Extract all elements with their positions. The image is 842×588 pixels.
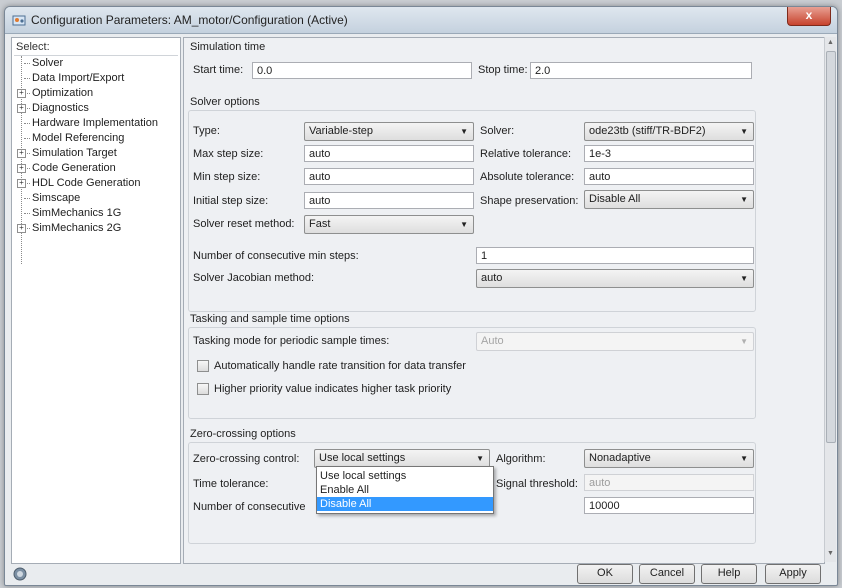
max-step-label: Max step size: — [193, 148, 264, 160]
scroll-up-icon[interactable]: ▲ — [826, 39, 835, 49]
tasking-mode-select[interactable]: Auto ▼ — [476, 332, 754, 351]
chevron-down-icon: ▼ — [740, 274, 748, 283]
jacobian-method-label: Solver Jacobian method: — [193, 272, 315, 284]
absolute-tolerance-input[interactable]: auto — [584, 168, 754, 185]
stop-time-label: Stop time: — [478, 64, 528, 76]
tree-connector — [24, 213, 30, 214]
chevron-down-icon: ▼ — [740, 195, 748, 204]
scroll-down-icon[interactable]: ▼ — [826, 550, 835, 560]
chevron-down-icon: ▼ — [740, 337, 748, 346]
simulation-time-title: Simulation time — [190, 41, 266, 53]
category-tree: Select: Solver Data Import/Export Optimiza… — [11, 37, 181, 564]
expand-icon[interactable]: + — [17, 179, 26, 188]
expand-icon[interactable]: + — [17, 89, 26, 98]
tasking-mode-label: Tasking mode for periodic sample times: — [193, 335, 390, 347]
tree-connector — [24, 198, 30, 199]
tree-item-hardware-implementation[interactable]: Hardware Implementation — [32, 116, 158, 131]
chevron-down-icon: ▼ — [476, 454, 484, 463]
close-button[interactable]: x — [787, 7, 831, 26]
min-step-input[interactable]: auto — [304, 168, 474, 185]
expand-icon[interactable]: + — [17, 224, 26, 233]
signal-threshold-input[interactable]: auto — [584, 474, 754, 491]
expand-icon[interactable]: + — [17, 104, 26, 113]
signal-threshold-label: Signal threshold: — [496, 478, 578, 490]
tree-item-solver[interactable]: Solver — [32, 56, 63, 71]
ok-button[interactable]: OK — [577, 564, 633, 584]
chevron-down-icon: ▼ — [740, 454, 748, 463]
initial-step-input[interactable]: auto — [304, 192, 474, 209]
title-bar: Configuration Parameters: AM_motor/Confi… — [5, 7, 837, 34]
expand-icon[interactable]: + — [17, 164, 26, 173]
shape-preservation-select[interactable]: Disable All ▼ — [584, 190, 754, 209]
solver-label: Solver: — [480, 125, 515, 137]
cancel-button[interactable]: Cancel — [639, 564, 695, 584]
tree-item-simscape[interactable]: Simscape — [32, 191, 80, 206]
higher-priority-checkbox[interactable] — [197, 383, 209, 395]
chevron-down-icon: ▼ — [740, 127, 748, 136]
tree-item-diagnostics[interactable]: Diagnostics — [32, 101, 89, 116]
config-dialog: Configuration Parameters: AM_motor/Confi… — [4, 6, 838, 586]
tree-header: Select: — [14, 40, 178, 56]
window-title: Configuration Parameters: AM_motor/Confi… — [31, 13, 348, 27]
help-circle-icon[interactable] — [13, 567, 27, 581]
solver-panel: Simulation time Start time: 0.0 Stop tim… — [183, 37, 825, 564]
consecutive-min-steps-input[interactable]: 1 — [476, 247, 754, 264]
tree-item-hdl-code-generation[interactable]: HDL Code Generation — [32, 176, 140, 191]
auto-rate-transition-checkbox[interactable] — [197, 360, 209, 372]
initial-step-label: Initial step size: — [193, 195, 269, 207]
solver-options-title: Solver options — [190, 96, 260, 108]
tree-item-optimization[interactable]: Optimization — [32, 86, 93, 101]
consecutive-zero-crossings-label: Number of consecutive — [193, 501, 306, 513]
zero-crossing-control-dropdown: Use local settings Enable All Disable Al… — [316, 466, 494, 514]
consecutive-zero-crossings-input[interactable]: 10000 — [584, 497, 754, 514]
auto-rate-transition-label: Automatically handle rate transition for… — [214, 360, 466, 372]
relative-tolerance-input[interactable]: 1e-3 — [584, 145, 754, 162]
consecutive-min-steps-label: Number of consecutive min steps: — [193, 250, 359, 262]
chevron-down-icon: ▼ — [460, 220, 468, 229]
simulink-icon — [12, 15, 26, 26]
tree-connector — [24, 78, 30, 79]
expand-icon[interactable]: + — [17, 149, 26, 158]
scroll-thumb[interactable] — [826, 51, 836, 443]
stop-time-input[interactable]: 2.0 — [530, 62, 752, 79]
option-enable-all[interactable]: Enable All — [317, 483, 493, 497]
algorithm-label: Algorithm: — [496, 453, 546, 465]
start-time-input[interactable]: 0.0 — [252, 62, 472, 79]
solver-select[interactable]: ode23tb (stiff/TR-BDF2) ▼ — [584, 122, 754, 141]
zero-crossing-title: Zero-crossing options — [190, 428, 296, 440]
help-button[interactable]: Help — [701, 564, 757, 584]
tree-connector — [24, 63, 30, 64]
option-use-local-settings[interactable]: Use local settings — [317, 469, 493, 483]
algorithm-select[interactable]: Nonadaptive ▼ — [584, 449, 754, 468]
relative-tolerance-label: Relative tolerance: — [480, 148, 572, 160]
tree-connector — [24, 138, 30, 139]
tree-item-model-referencing[interactable]: Model Referencing — [32, 131, 124, 146]
tree-item-simmechanics-2g[interactable]: SimMechanics 2G — [32, 221, 121, 236]
solver-reset-label: Solver reset method: — [193, 218, 295, 230]
option-disable-all[interactable]: Disable All — [317, 497, 493, 511]
type-label: Type: — [193, 125, 220, 137]
higher-priority-label: Higher priority value indicates higher t… — [214, 383, 452, 395]
start-time-label: Start time: — [193, 64, 244, 76]
tree-item-data-import-export[interactable]: Data Import/Export — [32, 71, 124, 86]
tree-connector — [24, 123, 30, 124]
absolute-tolerance-label: Absolute tolerance: — [480, 171, 575, 183]
apply-button[interactable]: Apply — [765, 564, 821, 584]
solver-reset-select[interactable]: Fast ▼ — [304, 215, 474, 234]
max-step-input[interactable]: auto — [304, 145, 474, 162]
jacobian-method-select[interactable]: auto ▼ — [476, 269, 754, 288]
chevron-down-icon: ▼ — [460, 127, 468, 136]
tree-item-simulation-target[interactable]: Simulation Target — [32, 146, 117, 161]
tree-item-code-generation[interactable]: Code Generation — [32, 161, 116, 176]
vertical-scrollbar[interactable]: ▲ ▼ — [824, 37, 836, 562]
shape-preservation-label: Shape preservation: — [480, 195, 579, 207]
min-step-label: Min step size: — [193, 171, 261, 183]
zero-crossing-control-label: Zero-crossing control: — [193, 453, 300, 465]
time-tolerance-label: Time tolerance: — [193, 478, 269, 490]
tasking-title: Tasking and sample time options — [190, 313, 350, 325]
type-select[interactable]: Variable-step ▼ — [304, 122, 474, 141]
tree-item-simmechanics-1g[interactable]: SimMechanics 1G — [32, 206, 121, 221]
